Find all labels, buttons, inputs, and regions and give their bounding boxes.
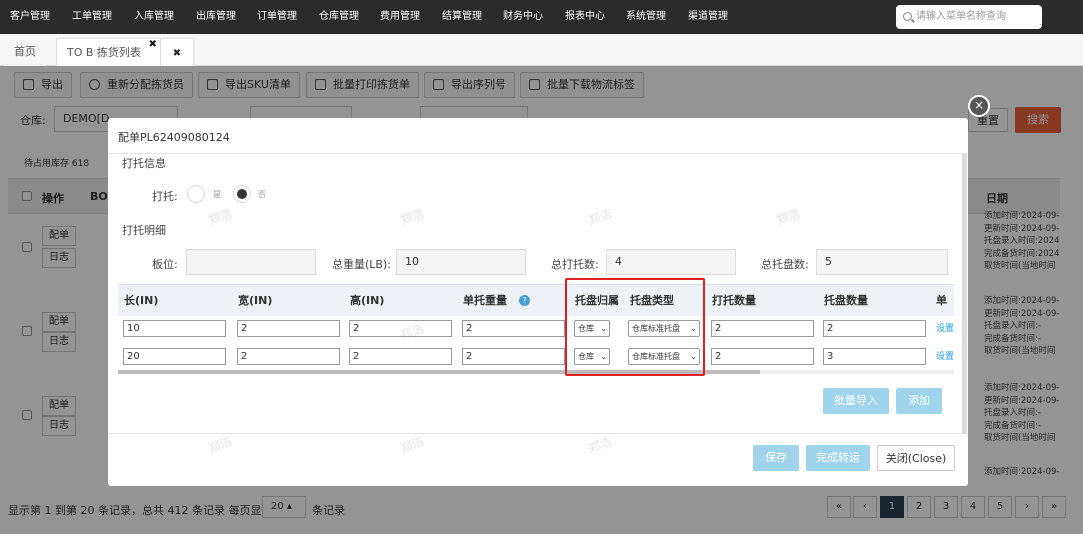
pallet-type-select[interactable]: 仓库标准托盘 ⌄ [628, 348, 700, 365]
menu-order[interactable]: 订单管理 [257, 0, 297, 34]
pallet-table-header: 长(IN) 宽(IN) 高(IN) 单托重量 ? 托盘归属 托盘类型 打托数量 … [118, 284, 954, 316]
top-nav: 客户管理 工单管理 入库管理 出库管理 订单管理 仓库管理 费用管理 结算管理 … [0, 0, 1083, 34]
pallet-yes-label: 是 [213, 190, 221, 199]
menu-report[interactable]: 报表中心 [565, 0, 605, 34]
width-input[interactable]: 2 [237, 348, 340, 365]
tray-qty-input[interactable]: 3 [823, 348, 926, 365]
unit-weight-input[interactable]: 2 [462, 348, 565, 365]
menu-system[interactable]: 系统管理 [626, 0, 666, 34]
type-value: 仓库标准托盘 [632, 324, 680, 333]
pallet-detail-table: 长(IN) 宽(IN) 高(IN) 单托重量 ? 托盘归属 托盘类型 打托数量 … [118, 278, 954, 376]
tab-current-label: TO B 拣货列表 [67, 46, 141, 59]
help-icon[interactable]: ? [519, 295, 530, 306]
modal-title: 配单PL62409080124 [118, 131, 230, 144]
menu-settlement[interactable]: 结算管理 [442, 0, 482, 34]
col-unit-cut: 单 [936, 294, 947, 307]
watermark: 郑洁 [586, 206, 614, 228]
pallet-owner-select[interactable]: 仓库 ⌄ [574, 320, 610, 337]
pallet-no-label: 否 [258, 190, 266, 199]
bulk-import-button[interactable]: 批量导入 [823, 388, 889, 414]
menu-inbound[interactable]: 入库管理 [134, 0, 174, 34]
section-pallet-detail: 打托明细 [122, 224, 166, 237]
menu-fee[interactable]: 费用管理 [380, 0, 420, 34]
owner-value: 仓库 [578, 352, 594, 361]
position-input[interactable] [186, 249, 316, 275]
tab-home-label: 首页 [14, 45, 36, 58]
search-icon [903, 12, 912, 21]
modal-scrollbar[interactable] [962, 154, 967, 434]
total-weight-label: 总重量(LB): [332, 258, 391, 271]
scrollbar-thumb[interactable] [118, 370, 760, 374]
height-input[interactable]: 2 [349, 348, 452, 365]
menu-outbound[interactable]: 出库管理 [196, 0, 236, 34]
pallet-owner-select[interactable]: 仓库 ⌄ [574, 348, 610, 365]
pallet-qty-input[interactable]: 2 [711, 348, 814, 365]
radio-dot [237, 189, 247, 199]
menu-channel[interactable]: 渠道管理 [688, 0, 728, 34]
col-pallet-owner: 托盘归属 [575, 294, 619, 307]
watermark: 郑洁 [206, 434, 234, 456]
modal-header: 配单PL62409080124 [108, 118, 968, 154]
col-length: 长(IN) [124, 294, 159, 307]
width-input[interactable]: 2 [237, 320, 340, 337]
total-pallet-count-label: 总打托数: [551, 258, 599, 271]
chevron-down-icon: ⌄ [690, 321, 697, 336]
owner-value: 仓库 [578, 324, 594, 333]
chevron-down-icon: ⌄ [600, 352, 607, 361]
col-width: 宽(IN) [238, 294, 273, 307]
menu-search-placeholder: 请输入菜单名称查询 [916, 11, 1006, 22]
col-tray-qty: 托盘数量 [824, 294, 868, 307]
col-pallet-type: 托盘类型 [630, 294, 674, 307]
length-input[interactable]: 20 [123, 348, 226, 365]
assign-modal: 配单PL62409080124 打托信息 打托: 是 否 打托明细 板位: 总重… [108, 118, 968, 486]
tab-tob-picking[interactable]: TO B 拣货列表 ✖ [56, 38, 162, 66]
col-pallet-qty: 打托数量 [712, 294, 756, 307]
menu-warehouse[interactable]: 仓库管理 [319, 0, 359, 34]
length-input[interactable]: 10 [123, 320, 226, 337]
unit-weight-input[interactable]: 2 [462, 320, 565, 337]
close-all-tabs-button[interactable]: ✖ [160, 38, 194, 66]
col-height: 高(IN) [350, 294, 385, 307]
total-tray-count-input[interactable]: 5 [816, 249, 948, 275]
pallet-label: 打托: [152, 190, 178, 203]
row-settings-link[interactable]: 设置 [936, 349, 954, 362]
total-tray-count-label: 总托盘数: [761, 258, 809, 271]
close-modal-button[interactable]: 关闭(Close) [877, 445, 955, 471]
watermark: 郑洁 [774, 206, 802, 228]
table-h-scrollbar[interactable] [118, 370, 954, 374]
pallet-no-radio[interactable] [233, 185, 251, 203]
add-row-button[interactable]: 添加 [896, 388, 942, 414]
pallet-qty-input[interactable]: 2 [711, 320, 814, 337]
total-weight-input[interactable]: 10 [396, 249, 526, 275]
pallet-type-select[interactable]: 仓库标准托盘 ⌄ [628, 320, 700, 337]
modal-close-icon[interactable]: × [968, 95, 990, 117]
menu-search-input[interactable]: 请输入菜单名称查询 [896, 5, 1042, 29]
tab-home[interactable]: 首页 [4, 38, 46, 66]
watermark: 郑洁 [398, 434, 426, 456]
pallet-yes-radio[interactable] [187, 185, 205, 203]
menu-finance[interactable]: 财务中心 [503, 0, 543, 34]
chevron-down-icon: ⌄ [690, 349, 697, 364]
total-pallet-count-input[interactable]: 4 [606, 249, 736, 275]
watermark: 郑洁 [398, 206, 426, 228]
tab-bar: 首页 TO B 拣货列表 ✖ ✖ [0, 34, 1083, 66]
watermark: 郑洁 [586, 434, 614, 456]
save-button[interactable]: 保存 [753, 445, 799, 471]
menu-workorder[interactable]: 工单管理 [72, 0, 112, 34]
position-label: 板位: [152, 258, 178, 271]
col-unit-weight: 单托重量 [463, 294, 507, 307]
modal-divider [108, 433, 962, 434]
row-settings-link[interactable]: 设置 [936, 321, 954, 334]
tray-qty-input[interactable]: 2 [823, 320, 926, 337]
section-pallet-info: 打托信息 [122, 157, 166, 170]
type-value: 仓库标准托盘 [632, 352, 680, 361]
chevron-down-icon: ⌄ [600, 324, 607, 333]
close-icon: ✖ [172, 48, 182, 59]
close-icon[interactable]: ✖ [149, 31, 157, 59]
menu-customer[interactable]: 客户管理 [10, 0, 50, 34]
finish-transfer-button[interactable]: 完成转运 [806, 445, 870, 471]
watermark: 郑洁 [206, 206, 234, 228]
